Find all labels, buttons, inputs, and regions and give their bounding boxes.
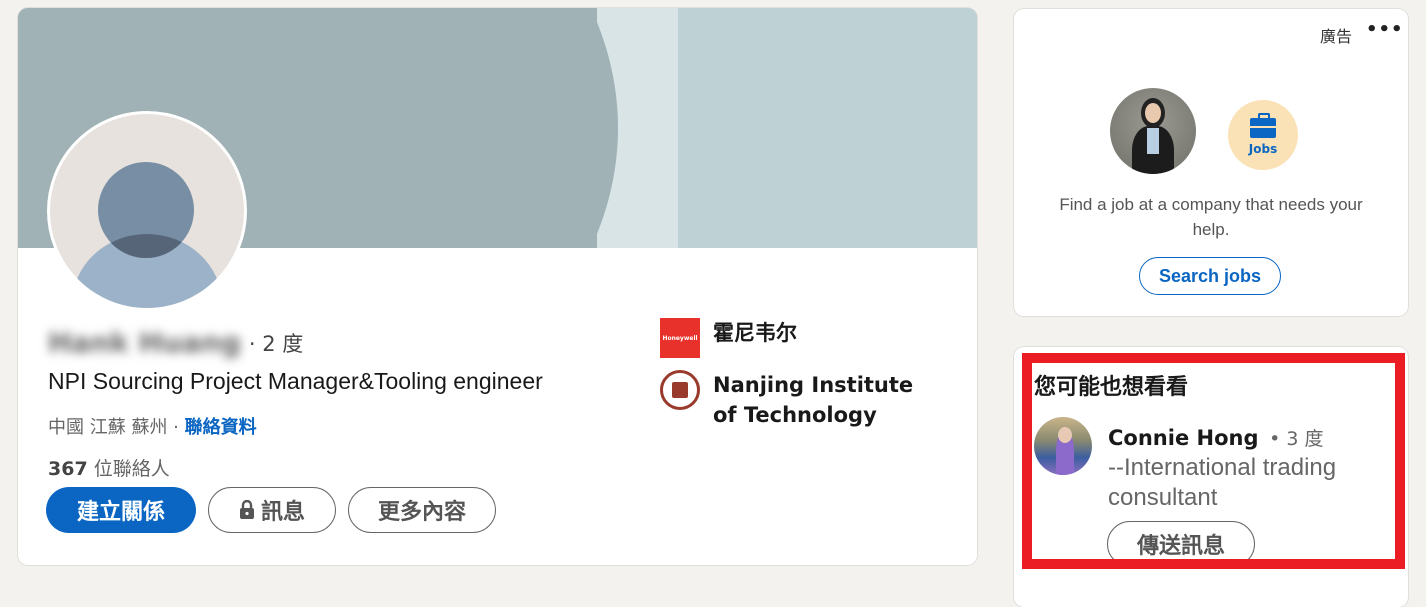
send-message-button[interactable]: 傳送訊息	[1107, 521, 1255, 567]
avatar-overlap-shape	[98, 162, 194, 258]
contact-info-link[interactable]: 聯絡資料	[185, 417, 257, 438]
suggestion-headline: --International trading consultant	[1108, 454, 1337, 511]
school-seal-logo	[660, 370, 700, 410]
org-item-company[interactable]: Honeywell 霍尼韦尔	[660, 318, 943, 358]
org-name: 霍尼韦尔	[713, 321, 797, 345]
lock-icon	[239, 500, 255, 520]
connection-degree: · 2 度	[248, 331, 304, 356]
profile-avatar[interactable]	[47, 111, 247, 311]
briefcase-icon	[1250, 113, 1276, 138]
banner-right	[678, 8, 977, 248]
suggestions-card: 您可能也想看看 Connie Hong • 3 度 --Internationa…	[1014, 347, 1408, 607]
ad-card: 廣告 ••• Jobs Find a job at a company that…	[1014, 9, 1408, 316]
connections-count[interactable]: 367 位聯絡人	[48, 454, 170, 481]
profile-card: Hank Huang · 2 度 NPI Sourcing Project Ma…	[18, 8, 977, 565]
profile-name-row: Hank Huang · 2 度	[48, 326, 303, 359]
connections-number: 367	[48, 458, 88, 480]
profile-name: Hank Huang	[48, 326, 241, 359]
suggestion-name-row: Connie Hong • 3 度	[1108, 424, 1324, 451]
suggestions-title: 您可能也想看看	[1034, 375, 1189, 400]
connect-button-label: 建立關係	[76, 500, 165, 525]
ad-person-photo	[1110, 88, 1196, 174]
profile-location: 中國 江蘇 蘇州 ·	[48, 417, 185, 438]
more-button[interactable]: 更多內容	[348, 487, 496, 533]
suggestion-avatar[interactable]	[1034, 417, 1092, 475]
jobs-badge-label: Jobs	[1248, 142, 1278, 156]
ellipsis-icon[interactable]: •••	[1366, 19, 1404, 40]
jobs-badge: Jobs	[1228, 100, 1298, 170]
ad-label: 廣告	[1320, 27, 1353, 46]
suggestion-degree: • 3 度	[1269, 428, 1324, 450]
profile-headline: NPI Sourcing Project Manager&Tooling eng…	[48, 368, 543, 394]
org-name: Nanjing Institute of Technology	[713, 373, 914, 427]
search-jobs-button[interactable]: Search jobs	[1139, 257, 1281, 295]
connect-button[interactable]: 建立關係	[46, 487, 196, 533]
message-button-label: 訊息	[260, 500, 305, 525]
message-button[interactable]: 訊息	[208, 487, 336, 533]
honeywell-logo: Honeywell	[660, 318, 700, 358]
location-row: 中國 江蘇 蘇州 · 聯絡資料	[48, 413, 257, 439]
org-item-school[interactable]: Nanjing Institute of Technology	[660, 370, 943, 430]
suggestion-name[interactable]: Connie Hong	[1108, 426, 1258, 450]
more-button-label: 更多內容	[377, 500, 466, 525]
profile-actions: 建立關係 訊息 更多內容	[46, 487, 496, 533]
connections-label: 位聯絡人	[87, 458, 170, 480]
ad-text: Find a job at a company that needs your …	[1059, 195, 1363, 239]
organization-list: Honeywell 霍尼韦尔 Nanjing Institute of Tech…	[660, 318, 943, 442]
